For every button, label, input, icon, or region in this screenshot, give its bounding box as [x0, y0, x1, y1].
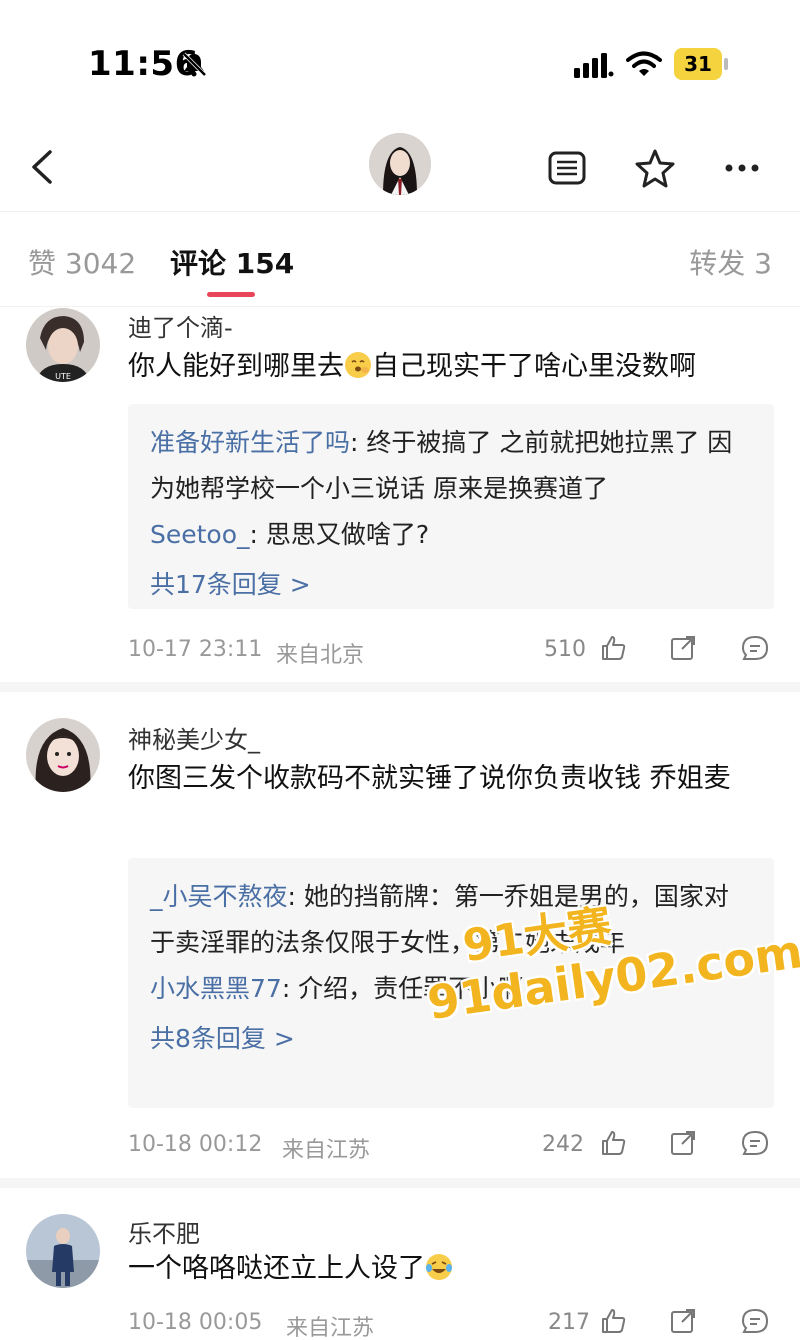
thumbs-up-icon[interactable] [598, 1128, 628, 1158]
thumbs-up-icon[interactable] [598, 1306, 628, 1336]
comment-time: 10-17 23:11 [128, 637, 263, 662]
battery-level: 31 [684, 52, 712, 76]
comment-meta: 10-18 00:05 来自江苏 217 [128, 1306, 774, 1340]
bell-muted-icon [182, 52, 207, 77]
comment-meta: 10-17 23:11 来自北京 510 [128, 633, 774, 669]
comment-text: 一个咯咯哒还立上人设了 [128, 1246, 768, 1292]
reply-item: 准备好新生活了吗: 终于被搞了 之前就把她拉黑了 因为她帮学校一个小三说话 原来… [150, 428, 733, 503]
active-tab-indicator [207, 292, 255, 297]
status-bar: 11:56 31 [0, 0, 800, 110]
comment-username[interactable]: 迪了个滴- [128, 308, 233, 343]
wifi-icon [626, 51, 662, 76]
comment-username[interactable]: 乐不肥 [128, 1214, 200, 1249]
signal-icon [574, 53, 614, 78]
reply-username[interactable]: 小水黑黑77 [150, 974, 282, 1003]
comment-icon[interactable] [740, 1306, 770, 1336]
comment-text: 你图三发个收款码不就实锤了说你负责收钱 乔姐麦 [128, 763, 731, 794]
reply-username[interactable]: Seetoo_ [150, 520, 250, 549]
comment-time: 10-18 00:12 [128, 1132, 263, 1157]
comment-location: 来自江苏 [286, 1316, 375, 1340]
battery-indicator: 31 [674, 48, 728, 80]
thumbs-up-icon[interactable] [598, 633, 628, 663]
profile-avatar[interactable] [369, 133, 431, 195]
share-icon[interactable] [668, 1128, 698, 1158]
comment-username[interactable]: 神秘美少女_ [128, 720, 260, 755]
comment-meta: 10-18 00:12 来自江苏 242 [128, 1128, 774, 1164]
reply-preview[interactable]: 准备好新生活了吗: 终于被搞了 之前就把她拉黑了 因为她帮学校一个小三说话 原来… [128, 404, 774, 609]
comment-location: 来自北京 [276, 643, 365, 668]
laughing-crying-emoji [426, 1254, 452, 1280]
divider [0, 682, 800, 692]
comment-icon[interactable] [740, 1128, 770, 1158]
like-count: 510 [544, 637, 586, 662]
yawning-face-emoji [345, 352, 371, 378]
view-more-replies-link[interactable]: 共17条回复 > [150, 562, 752, 608]
list-icon[interactable] [545, 146, 589, 190]
chevron-left-icon[interactable] [22, 142, 62, 192]
comment-location: 来自江苏 [282, 1138, 371, 1163]
reply-username[interactable]: 准备好新生活了吗 [150, 428, 350, 457]
divider [0, 1178, 800, 1188]
share-icon[interactable] [668, 633, 698, 663]
like-count: 242 [542, 1132, 584, 1157]
nav-bar [0, 120, 800, 212]
tab-reposts[interactable]: 转发 3 [689, 242, 772, 282]
svg-text:UTE: UTE [55, 372, 71, 381]
avatar[interactable] [26, 1214, 100, 1288]
like-count: 217 [548, 1310, 590, 1335]
tab-bar: 赞 3042 评论 154 转发 3 [0, 212, 800, 307]
tab-comments[interactable]: 评论 154 [170, 242, 294, 282]
reply-username[interactable]: _小吴不熬夜 [150, 882, 288, 911]
more-icon[interactable] [720, 146, 764, 190]
comment-icon[interactable] [740, 633, 770, 663]
comment-time: 10-18 00:05 [128, 1310, 263, 1335]
avatar[interactable] [26, 718, 100, 792]
avatar[interactable]: UTE [26, 308, 100, 382]
reply-item: Seetoo_: 思思又做啥了? [150, 520, 430, 549]
comment-text: 你人能好到哪里去 自己现实干了啥心里没数啊 [128, 351, 696, 382]
star-icon[interactable] [633, 146, 677, 190]
tab-likes[interactable]: 赞 3042 [28, 242, 136, 282]
share-icon[interactable] [668, 1306, 698, 1336]
